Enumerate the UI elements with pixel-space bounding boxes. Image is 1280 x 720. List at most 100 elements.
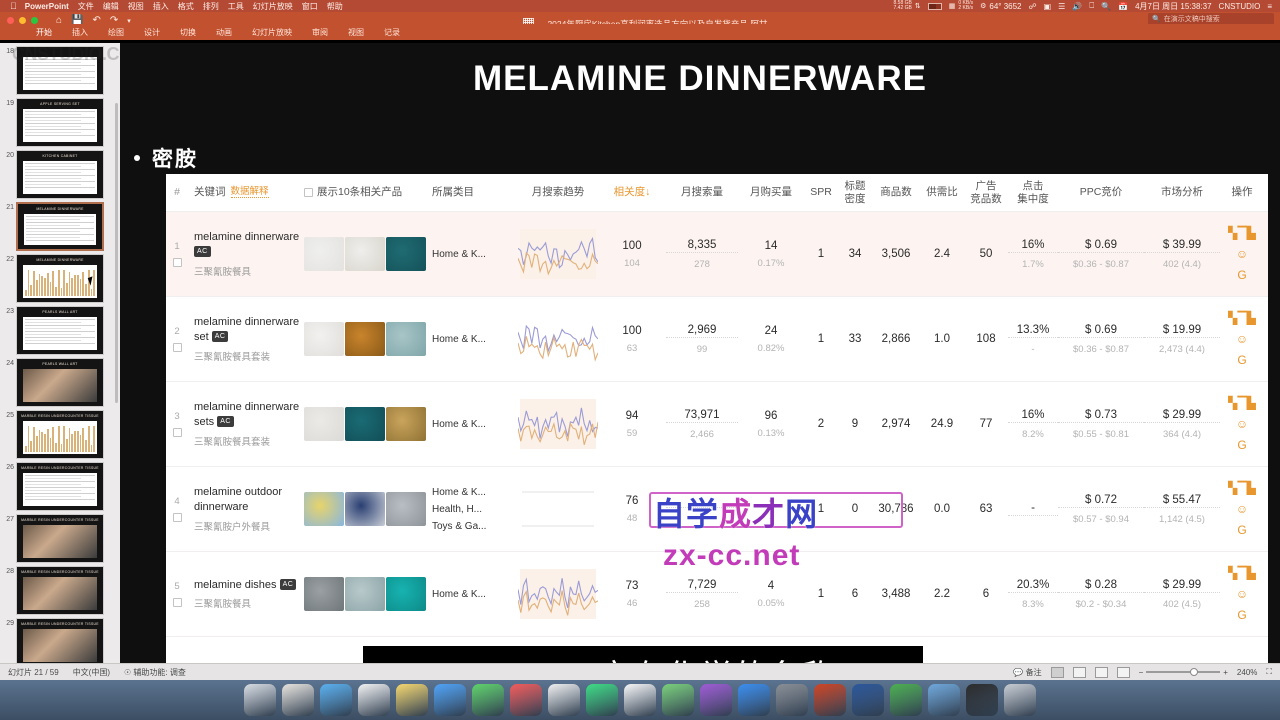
- product-images-cell[interactable]: [304, 322, 432, 356]
- finder-icon[interactable]: [244, 684, 276, 716]
- product-thumbnail-2[interactable]: [345, 577, 385, 611]
- folder-icon[interactable]: [928, 684, 960, 716]
- music-icon[interactable]: [510, 684, 542, 716]
- menu-item-insert[interactable]: 插入: [153, 1, 169, 12]
- keyword-cell[interactable]: melamine dinnerware set AC 三聚氰胺餐具套装: [188, 315, 304, 363]
- menu-item-arrange[interactable]: 排列: [203, 1, 219, 12]
- header-goods-count[interactable]: 商品数: [872, 186, 920, 198]
- chart-icon[interactable]: ▚▔▙: [1228, 567, 1256, 579]
- tab-animations[interactable]: 动画: [206, 27, 242, 38]
- search-icon[interactable]: 🔍: [1101, 2, 1111, 11]
- header-monthly-purchase[interactable]: 月购买量: [738, 186, 804, 198]
- thumbnail-preview[interactable]: MELAMINE DINNERWARE: [16, 202, 104, 251]
- trash-icon[interactable]: [1004, 684, 1036, 716]
- chart-icon[interactable]: ▚▔▙: [1228, 397, 1256, 409]
- temperature-indicator[interactable]: ⚙ 64° 3652: [980, 2, 1021, 11]
- tab-design[interactable]: 设计: [134, 27, 170, 38]
- trend-cell[interactable]: [518, 478, 598, 540]
- menu-item-format[interactable]: 格式: [178, 1, 194, 12]
- google-icon[interactable]: G: [1237, 609, 1246, 621]
- show-related-checkbox[interactable]: [304, 188, 313, 197]
- header-spr[interactable]: SPR: [804, 186, 838, 198]
- language-label[interactable]: 中文(中国): [73, 667, 110, 678]
- product-images-cell[interactable]: [304, 407, 432, 441]
- keyword-cell[interactable]: melamine outdoor dinnerware 三聚氰胺户外餐具: [188, 485, 304, 533]
- thumbnail-item[interactable]: 22 MELAMINE DINNERWARE: [0, 251, 120, 303]
- header-ppc-bid[interactable]: PPC竞价: [1058, 186, 1144, 198]
- zoom-in-icon[interactable]: +: [1223, 668, 1228, 677]
- macos-dock[interactable]: [0, 680, 1280, 720]
- powerpoint-icon[interactable]: [814, 684, 846, 716]
- menu-item-edit[interactable]: 编辑: [103, 1, 119, 12]
- messages-icon[interactable]: [472, 684, 504, 716]
- slide-thumbnail-panel[interactable]: 18 19 APPLE SERVING SET 20 KITCHEN CABINET 21…: [0, 43, 120, 663]
- thumbnail-preview[interactable]: MARBLE RESIN UNDERCOUNTER TISSUE: [16, 410, 104, 459]
- thumbnail-item[interactable]: 28 MARBLE RESIN UNDERCOUNTER TISSUE: [0, 563, 120, 615]
- launchpad-icon[interactable]: [282, 684, 314, 716]
- normal-view-icon[interactable]: [1050, 666, 1064, 678]
- keyword-text[interactable]: melamine dinnerware AC: [194, 230, 304, 260]
- settings-icon[interactable]: [776, 684, 808, 716]
- keyword-cell[interactable]: melamine dishes AC 三聚氰胺餐具: [188, 578, 304, 610]
- sorter-view-icon[interactable]: [1072, 666, 1086, 678]
- thumbnail-preview[interactable]: APPLE SERVING SET: [16, 98, 104, 147]
- header-title-density[interactable]: 标题 密度: [838, 180, 872, 204]
- fit-slide-icon[interactable]: ⛶: [1266, 667, 1272, 677]
- header-supply-demand[interactable]: 供需比: [920, 186, 964, 198]
- header-relevance[interactable]: 相关度↓: [598, 186, 666, 198]
- menu-item-powerpoint[interactable]: PowerPoint: [25, 2, 69, 11]
- menu-item-file[interactable]: 文件: [78, 1, 94, 12]
- table-row[interactable]: 3 melamine dinnerware sets AC 三聚氰胺餐具套装 Home…: [166, 382, 1268, 467]
- zoom-slider[interactable]: − +: [1139, 668, 1228, 677]
- thumbnail-item[interactable]: 23 PEARLS WALL ART: [0, 303, 120, 355]
- product-thumbnail-2[interactable]: [345, 492, 385, 526]
- tab-review[interactable]: 审阅: [302, 27, 338, 38]
- tab-transitions[interactable]: 切换: [170, 27, 206, 38]
- thumbnail-preview[interactable]: MARBLE RESIN UNDERCOUNTER TISSUE: [16, 566, 104, 615]
- thumbnail-preview[interactable]: [16, 46, 104, 95]
- terminal-icon[interactable]: [966, 684, 998, 716]
- cpu-stats[interactable]: ▦ 0 KB/s 2 KB/s: [949, 0, 973, 12]
- chart-icon[interactable]: ▚▔▙: [1228, 312, 1256, 324]
- table-row[interactable]: 1 melamine dinnerware AC 三聚氰胺餐具 Home & K...…: [166, 212, 1268, 297]
- row-checkbox[interactable]: [172, 513, 182, 522]
- zoom-knob[interactable]: [1190, 668, 1199, 676]
- control-center-icon[interactable]: ≡: [1267, 2, 1272, 11]
- maps-icon[interactable]: [662, 684, 694, 716]
- thumbnail-item[interactable]: 24 PEARLS WALL ART: [0, 355, 120, 407]
- thumbnail-item[interactable]: 18: [0, 43, 120, 95]
- google-icon[interactable]: G: [1237, 354, 1246, 366]
- podcast-icon[interactable]: [700, 684, 732, 716]
- thumbnail-preview[interactable]: MARBLE RESIN UNDERCOUNTER TISSUE: [16, 462, 104, 511]
- tab-draw[interactable]: 绘图: [98, 27, 134, 38]
- facetime-icon[interactable]: [586, 684, 618, 716]
- smiley-icon[interactable]: ☺: [1236, 588, 1248, 600]
- product-thumbnail-2[interactable]: [345, 322, 385, 356]
- category-label-1[interactable]: Home & K...: [432, 416, 518, 433]
- thumbnail-item[interactable]: 21 MELAMINE DINNERWARE: [0, 199, 120, 251]
- thumbnail-preview[interactable]: MELAMINE DINNERWARE: [16, 254, 104, 303]
- accessibility-label[interactable]: ☉ 辅助功能: 调查: [124, 667, 186, 678]
- trend-cell[interactable]: [517, 308, 599, 370]
- product-thumbnail-1[interactable]: [304, 492, 344, 526]
- zoom-track[interactable]: [1146, 668, 1221, 676]
- word-icon[interactable]: [852, 684, 884, 716]
- thumbnail-preview[interactable]: PEARLS WALL ART: [16, 306, 104, 355]
- sort-desc-icon[interactable]: ↓: [645, 186, 650, 198]
- category-label-1[interactable]: Home & K...: [432, 246, 518, 263]
- header-market-analysis[interactable]: 市场分析: [1144, 186, 1220, 198]
- chrome-icon[interactable]: [358, 684, 390, 716]
- row-checkbox[interactable]: [172, 258, 182, 267]
- product-thumbnail-3[interactable]: [386, 577, 426, 611]
- menu-item-slideshow[interactable]: 幻灯片放映: [253, 1, 293, 12]
- thumbnail-item[interactable]: 25 MARBLE RESIN UNDERCOUNTER TISSUE: [0, 407, 120, 459]
- thumbnail-item[interactable]: 19 APPLE SERVING SET: [0, 95, 120, 147]
- smiley-icon[interactable]: ☺: [1236, 503, 1248, 515]
- wifi-icon[interactable]: ☰: [1058, 2, 1065, 11]
- trend-cell[interactable]: [517, 223, 599, 285]
- product-thumbnail-1[interactable]: [304, 322, 344, 356]
- smiley-icon[interactable]: ☺: [1236, 248, 1248, 260]
- google-icon[interactable]: G: [1237, 524, 1246, 536]
- category-label-1[interactable]: Home & K...: [432, 586, 518, 603]
- photos-icon[interactable]: [548, 684, 580, 716]
